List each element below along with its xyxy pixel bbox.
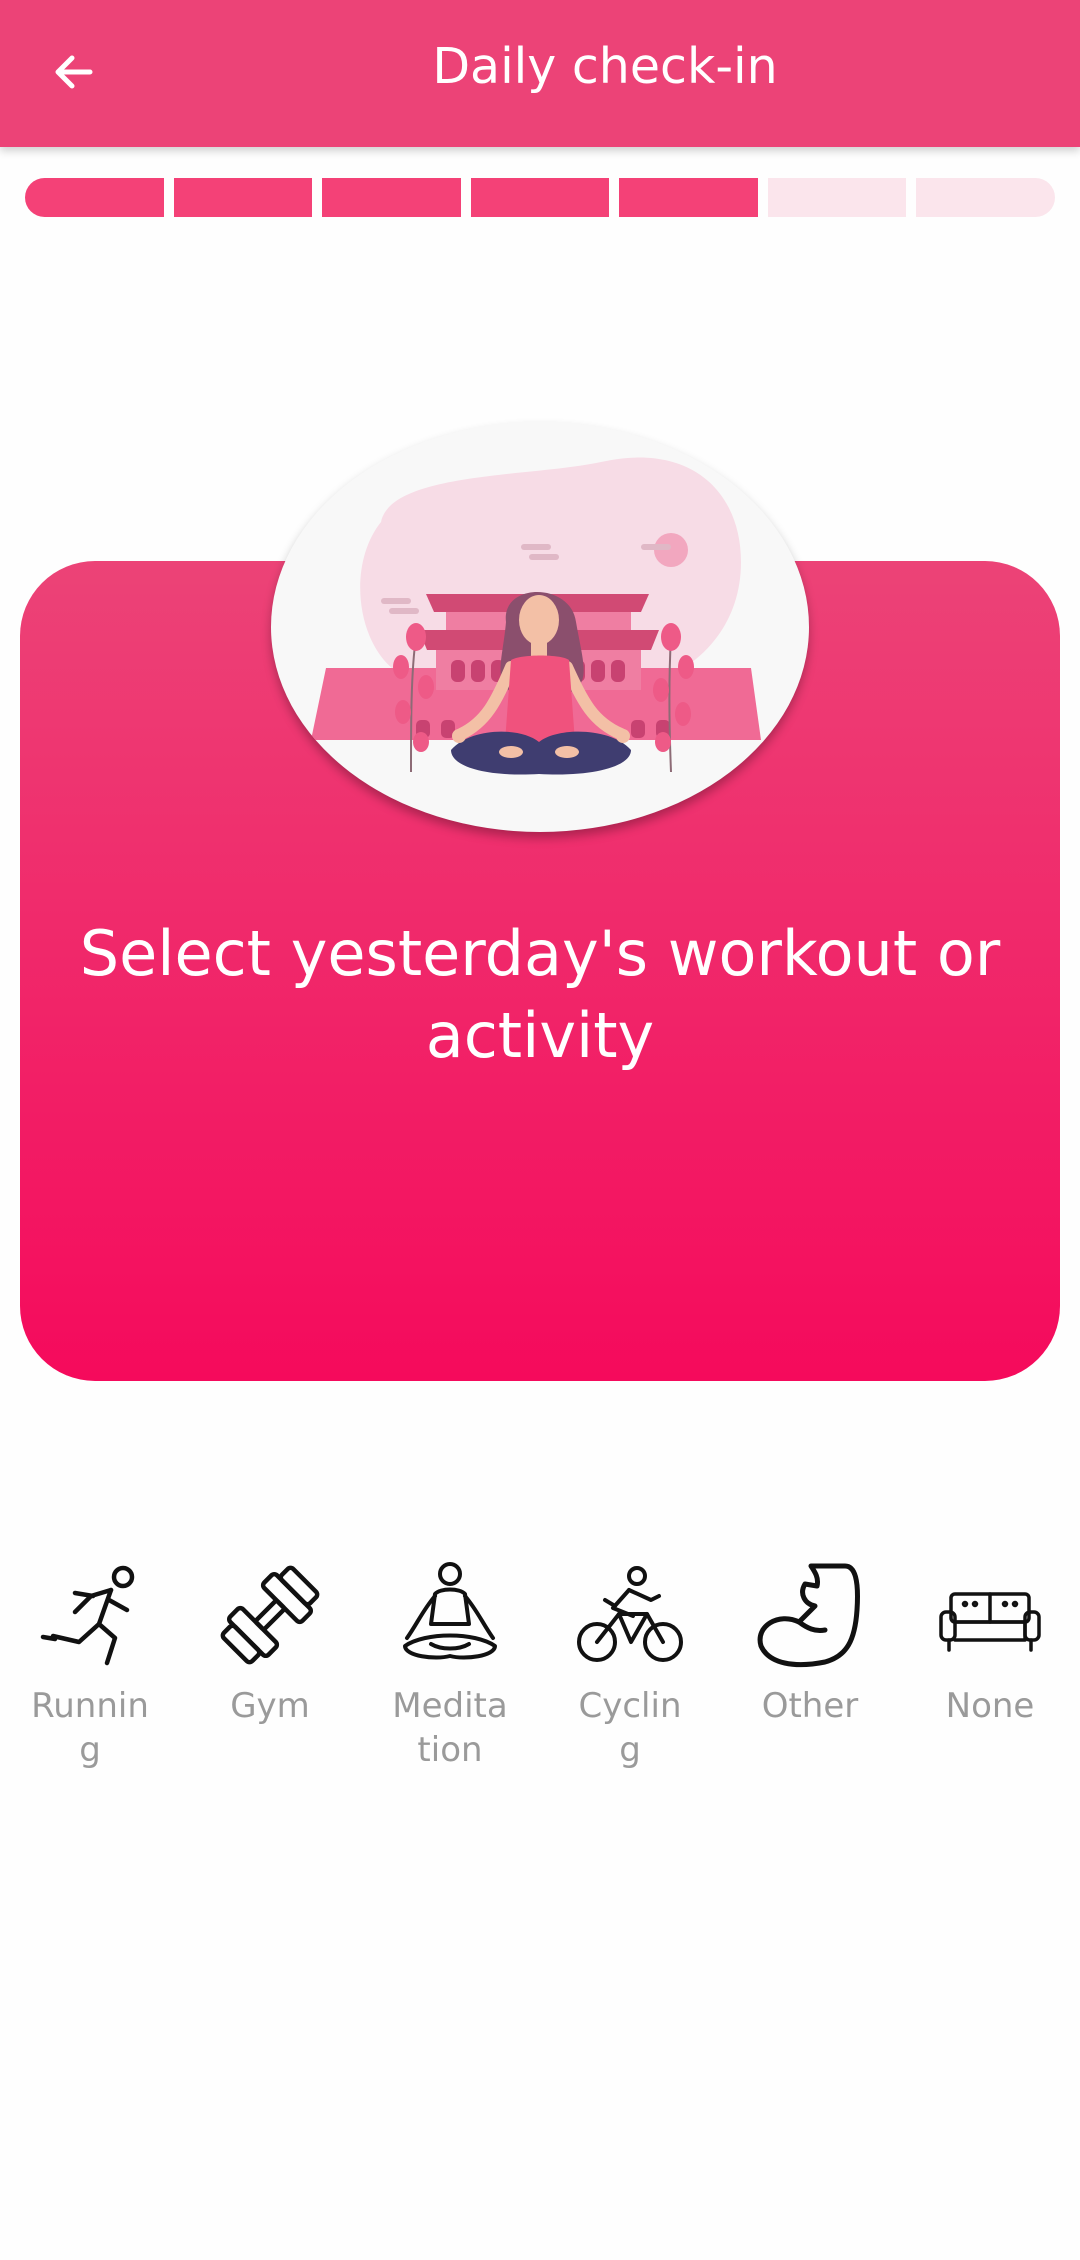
flexed-arm-icon	[757, 1563, 860, 1668]
meditation-illustration	[271, 422, 809, 832]
activity-other[interactable]: Other	[735, 1560, 885, 1728]
activity-none[interactable]: None	[915, 1560, 1065, 1728]
activity-running[interactable]: Running	[15, 1560, 165, 1772]
activity-cycling[interactable]: Cycling	[555, 1560, 705, 1772]
progress-segment	[322, 178, 461, 217]
activity-label: Meditation	[392, 1686, 508, 1770]
page-title: Daily check-in	[432, 38, 778, 95]
step-progress	[25, 178, 1055, 217]
activity-label: Other	[761, 1686, 859, 1726]
meditation-icon	[403, 1562, 497, 1660]
activity-label: Running	[31, 1686, 149, 1770]
app-bar: Daily check-in	[0, 0, 1080, 147]
activity-label: Cycling	[578, 1686, 682, 1770]
progress-segment	[173, 178, 313, 217]
progress-segment	[767, 178, 907, 217]
progress-segment	[470, 178, 610, 217]
activity-options: Running Gym Meditation Cycling Other Non…	[0, 1560, 1080, 1800]
activity-label: None	[945, 1686, 1035, 1726]
activity-meditation[interactable]: Meditation	[375, 1560, 525, 1772]
activity-gym[interactable]: Gym	[195, 1560, 345, 1728]
sofa-icon	[939, 1592, 1041, 1652]
progress-segment	[916, 178, 1055, 217]
dumbbell-icon	[220, 1565, 320, 1665]
progress-segment	[25, 178, 164, 217]
hero-title: Select yesterday's workout or activity	[79, 917, 1001, 1072]
progress-segment	[619, 178, 758, 217]
activity-label: Gym	[230, 1686, 310, 1726]
running-icon	[40, 1565, 135, 1666]
cycling-icon	[577, 1566, 683, 1662]
